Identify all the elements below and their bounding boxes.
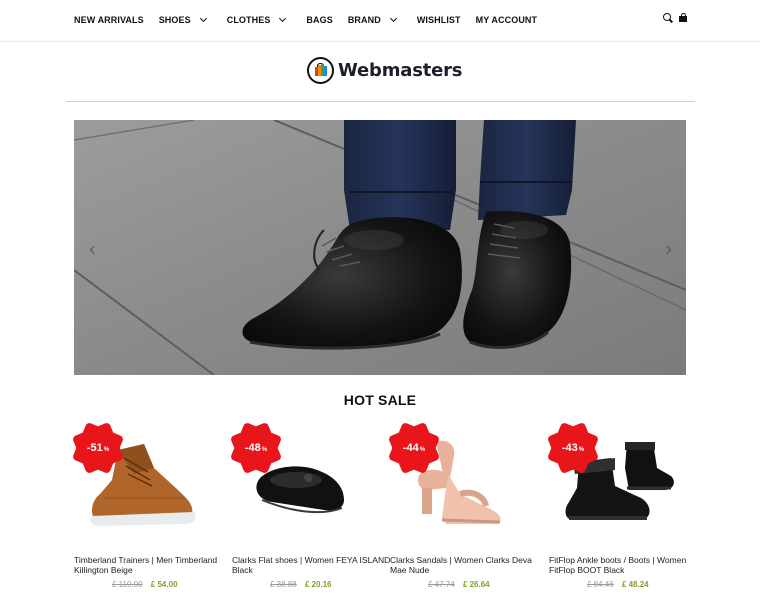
header-divider	[66, 101, 695, 102]
chevron-down-icon	[279, 14, 287, 23]
header-icons	[663, 13, 687, 23]
product-image[interactable]: -48%	[232, 428, 382, 543]
old-price: £ 47.74	[428, 580, 455, 589]
old-price: £ 84.46	[587, 580, 614, 589]
product-card[interactable]: -48% Clarks Flat shoes | Women FEYA ISLA…	[232, 428, 390, 589]
search-icon[interactable]	[663, 13, 673, 23]
product-image[interactable]: -51%	[74, 428, 224, 543]
nav-brand[interactable]: BRAND	[348, 14, 397, 25]
product-card[interactable]: -51% Timberland Trainers | Men Timberlan…	[74, 428, 224, 589]
sale-price: £ 20.16	[304, 580, 332, 589]
hero-slider-image[interactable]	[74, 120, 686, 375]
sale-price: £ 48.24	[621, 580, 649, 589]
discount-badge: -44%	[394, 428, 434, 468]
discount-badge: -43%	[553, 428, 593, 468]
product-prices: £ 47.74 £ 26.64	[428, 580, 490, 589]
chevron-down-icon	[389, 14, 397, 23]
nav-clothes[interactable]: CLOTHES	[227, 14, 287, 25]
old-price: £ 110.00	[112, 580, 143, 589]
product-prices: £ 84.46 £ 48.24	[587, 580, 649, 589]
site-logo[interactable]: Webmasters	[307, 57, 463, 84]
product-name[interactable]: FitFlop Ankle boots / Boots | Women FitF…	[549, 555, 709, 575]
product-card[interactable]: -43% FitFlop Ankle boots / Boots | Women…	[549, 428, 699, 589]
product-prices: £ 110.00 £ 54.00	[112, 580, 177, 589]
chevron-down-icon	[199, 14, 207, 23]
sale-price: £ 26.64	[462, 580, 490, 589]
logo-text: Webmasters	[338, 60, 463, 81]
section-title-hot-sale: HOT SALE	[343, 392, 417, 408]
nav-bags[interactable]: BAGS	[306, 15, 332, 25]
shopping-bag-icon[interactable]	[679, 13, 687, 22]
product-prices: £ 38.88 £ 20.16	[270, 580, 332, 589]
discount-badge: -48%	[236, 428, 276, 468]
product-image[interactable]: -43%	[549, 428, 699, 543]
nav-new-arrivals[interactable]: NEW ARRIVALS	[74, 15, 144, 25]
product-name[interactable]: Timberland Trainers | Men Timberland Kil…	[74, 555, 234, 575]
main-menu: NEW ARRIVALS SHOES CLOTHES BAGS BRAND WI…	[74, 14, 552, 25]
product-name[interactable]: Clarks Sandals | Women Clarks Deva Mae N…	[390, 555, 550, 575]
nav-my-account[interactable]: MY ACCOUNT	[476, 15, 538, 25]
nav-wishlist[interactable]: WISHLIST	[417, 15, 461, 25]
product-name[interactable]: Clarks Flat shoes | Women FEYA ISLAND Bl…	[232, 555, 392, 575]
logo-mark-icon	[307, 57, 334, 84]
nav-shoes[interactable]: SHOES	[159, 14, 207, 25]
product-card[interactable]: -44% Clarks Sandals | Women Clarks Deva …	[390, 428, 540, 589]
hero-shoes-illustration	[74, 120, 686, 375]
discount-badge: -51%	[78, 428, 118, 468]
sale-price: £ 54.00	[150, 580, 178, 589]
old-price: £ 38.88	[270, 580, 297, 589]
top-navigation-bar: NEW ARRIVALS SHOES CLOTHES BAGS BRAND WI…	[0, 0, 760, 42]
product-image[interactable]: -44%	[390, 428, 540, 543]
